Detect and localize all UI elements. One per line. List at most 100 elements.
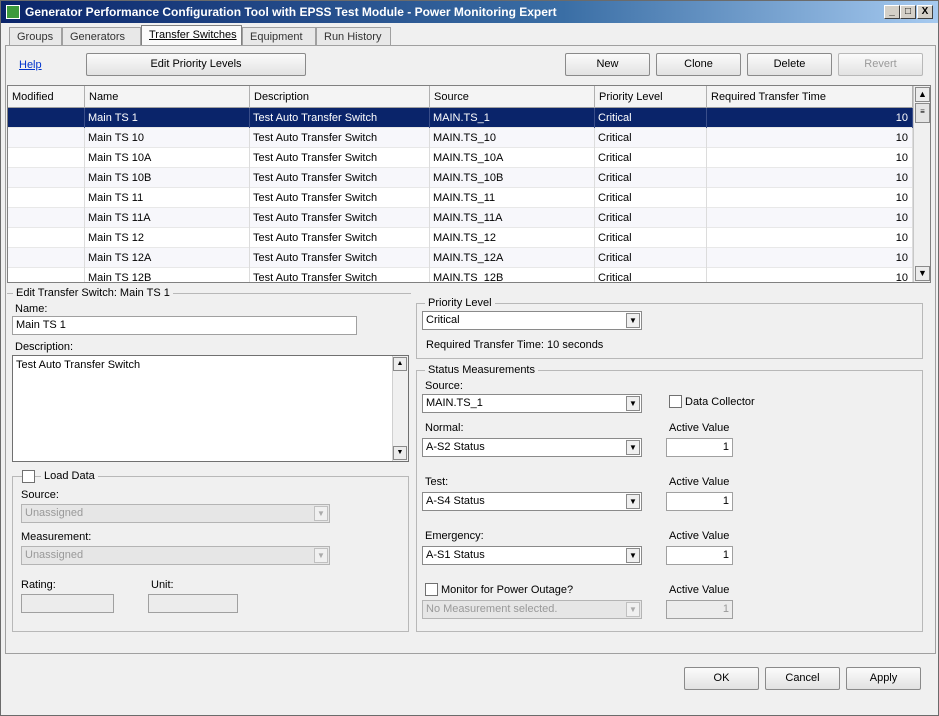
table-cell-modified — [8, 248, 85, 268]
table-cell-priority: Critical — [595, 248, 707, 268]
scroll-down-icon[interactable]: ▼ — [915, 266, 930, 281]
table-cell-name: Main TS 10B — [85, 168, 250, 188]
table-cell-time: 10 — [707, 108, 913, 128]
tab-groups[interactable]: Groups — [9, 27, 62, 46]
table-cell-source: MAIN.TS_12 — [430, 228, 595, 248]
table-cell-time: 10 — [707, 228, 913, 248]
column-header-priority-level[interactable]: Priority Level — [595, 86, 707, 108]
table-cell-priority: Critical — [595, 228, 707, 248]
scroll-up-icon[interactable]: ▲ — [393, 357, 407, 371]
cancel-button[interactable]: Cancel — [765, 667, 840, 690]
load-data-checkbox[interactable] — [22, 470, 35, 483]
table-row[interactable]: Main TS 11 Test Auto Transfer Switch MAIN.… — [8, 188, 913, 208]
column-header-modified[interactable]: Modified — [8, 86, 85, 108]
unit-label: Unit: — [151, 579, 174, 591]
normal-label: Normal: — [425, 422, 464, 434]
new-button[interactable]: New — [565, 53, 650, 76]
description-label: Description: — [15, 341, 74, 353]
table-cell-source: MAIN.TS_1 — [430, 108, 595, 128]
status-source-select[interactable]: MAIN.TS_1 ▼ — [422, 394, 642, 413]
load-measurement-select[interactable]: Unassigned ▼ — [21, 546, 330, 565]
table-row[interactable]: Main TS 12 Test Auto Transfer Switch MAIN.… — [8, 228, 913, 248]
priority-level-select[interactable]: Critical ▼ — [422, 311, 642, 330]
load-source-select[interactable]: Unassigned ▼ — [21, 504, 330, 523]
description-scrollbar[interactable]: ▲ ▼ — [392, 356, 408, 461]
tab-run-history[interactable]: Run History — [316, 27, 391, 46]
status-source-label: Source: — [425, 380, 463, 392]
table-cell-source: MAIN.TS_10A — [430, 148, 595, 168]
column-header-description[interactable]: Description — [250, 86, 430, 108]
minimize-button[interactable]: _ — [884, 5, 900, 19]
data-collector-checkbox[interactable] — [669, 395, 682, 408]
description-textarea[interactable]: Test Auto Transfer Switch ▲ ▼ — [12, 355, 409, 462]
column-header-source[interactable]: Source — [430, 86, 595, 108]
table-row[interactable]: Main TS 10B Test Auto Transfer Switch MAIN… — [8, 168, 913, 188]
data-collector-label: Data Collector — [685, 396, 755, 408]
test-label: Test: — [425, 476, 449, 488]
normal-select[interactable]: A-S2 Status ▼ — [422, 438, 642, 457]
normal-active-value-input[interactable]: 1 — [666, 438, 733, 457]
scroll-up-icon[interactable]: ▲ — [915, 87, 930, 102]
transfer-switch-table: Modified Name Description Source Priorit… — [7, 85, 931, 283]
load-measurement-label: Measurement: — [21, 531, 92, 543]
load-source-label: Source: — [21, 489, 59, 501]
table-cell-modified — [8, 168, 85, 188]
table-cell-name: Main TS 11 — [85, 188, 250, 208]
chevron-down-icon: ▼ — [626, 396, 640, 411]
table-row[interactable]: Main TS 12A Test Auto Transfer Switch MAIN… — [8, 248, 913, 268]
monitor-power-outage-label: Monitor for Power Outage? — [441, 584, 574, 596]
monitor-power-outage-checkbox[interactable] — [425, 583, 438, 596]
outage-measurement-select[interactable]: No Measurement selected. ▼ — [422, 600, 642, 619]
rating-input[interactable] — [21, 594, 114, 613]
chevron-down-icon: ▼ — [626, 440, 640, 455]
test-active-value-label: Active Value — [669, 476, 730, 488]
ok-button[interactable]: OK — [684, 667, 759, 690]
table-cell-name: Main TS 12 — [85, 228, 250, 248]
emergency-select[interactable]: A-S1 Status ▼ — [422, 546, 642, 565]
outage-active-value-input[interactable]: 1 — [666, 600, 733, 619]
table-cell-source: MAIN.TS_12B — [430, 268, 595, 282]
tab-generators[interactable]: Generators — [62, 27, 141, 46]
column-header-name[interactable]: Name — [85, 86, 250, 108]
table-cell-name: Main TS 12A — [85, 248, 250, 268]
unit-input[interactable] — [148, 594, 238, 613]
scroll-down-icon[interactable]: ▼ — [393, 446, 407, 460]
edit-priority-levels-button[interactable]: Edit Priority Levels — [86, 53, 306, 76]
tab-equipment[interactable]: Equipment — [242, 27, 316, 46]
delete-button[interactable]: Delete — [747, 53, 832, 76]
table-cell-priority: Critical — [595, 268, 707, 282]
window-title: Generator Performance Configuration Tool… — [25, 5, 557, 19]
emergency-active-value-input[interactable]: 1 — [666, 546, 733, 565]
clone-button[interactable]: Clone — [656, 53, 741, 76]
table-row[interactable]: Main TS 1 Test Auto Transfer Switch MAIN.T… — [8, 108, 913, 128]
table-row[interactable]: Main TS 10A Test Auto Transfer Switch MAIN… — [8, 148, 913, 168]
help-link[interactable]: Help — [19, 59, 42, 71]
chevron-down-icon: ▼ — [626, 494, 640, 509]
test-active-value-input[interactable]: 1 — [666, 492, 733, 511]
table-cell-description: Test Auto Transfer Switch — [250, 248, 430, 268]
revert-button[interactable]: Revert — [838, 53, 923, 76]
scroll-thumb[interactable]: ≡ — [915, 103, 930, 123]
maximize-button[interactable]: □ — [900, 5, 916, 19]
close-button[interactable]: X — [917, 5, 933, 19]
test-select[interactable]: A-S4 Status ▼ — [422, 492, 642, 511]
table-cell-priority: Critical — [595, 208, 707, 228]
table-row[interactable]: Main TS 10 Test Auto Transfer Switch MAIN.… — [8, 128, 913, 148]
table-cell-modified — [8, 108, 85, 128]
table-cell-time: 10 — [707, 248, 913, 268]
table-row[interactable]: Main TS 11A Test Auto Transfer Switch MAIN… — [8, 208, 913, 228]
table-cell-source: MAIN.TS_11A — [430, 208, 595, 228]
tab-transfer-switches[interactable]: Transfer Switches — [141, 25, 242, 46]
name-input[interactable]: Main TS 1 — [12, 316, 357, 335]
table-row[interactable]: Main TS 12B Test Auto Transfer Switch MAIN… — [8, 268, 913, 282]
normal-active-value-label: Active Value — [669, 422, 730, 434]
apply-button[interactable]: Apply — [846, 667, 921, 690]
table-cell-source: MAIN.TS_10B — [430, 168, 595, 188]
title-bar[interactable]: Generator Performance Configuration Tool… — [1, 1, 938, 23]
table-scrollbar[interactable]: ▲ ≡ ▼ — [913, 86, 930, 282]
column-header-required-transfer-time[interactable]: Required Transfer Time — [707, 86, 913, 108]
status-measurements-legend: Status Measurements — [425, 364, 538, 376]
table-cell-priority: Critical — [595, 188, 707, 208]
chevron-down-icon: ▼ — [626, 548, 640, 563]
chevron-down-icon: ▼ — [314, 548, 328, 563]
